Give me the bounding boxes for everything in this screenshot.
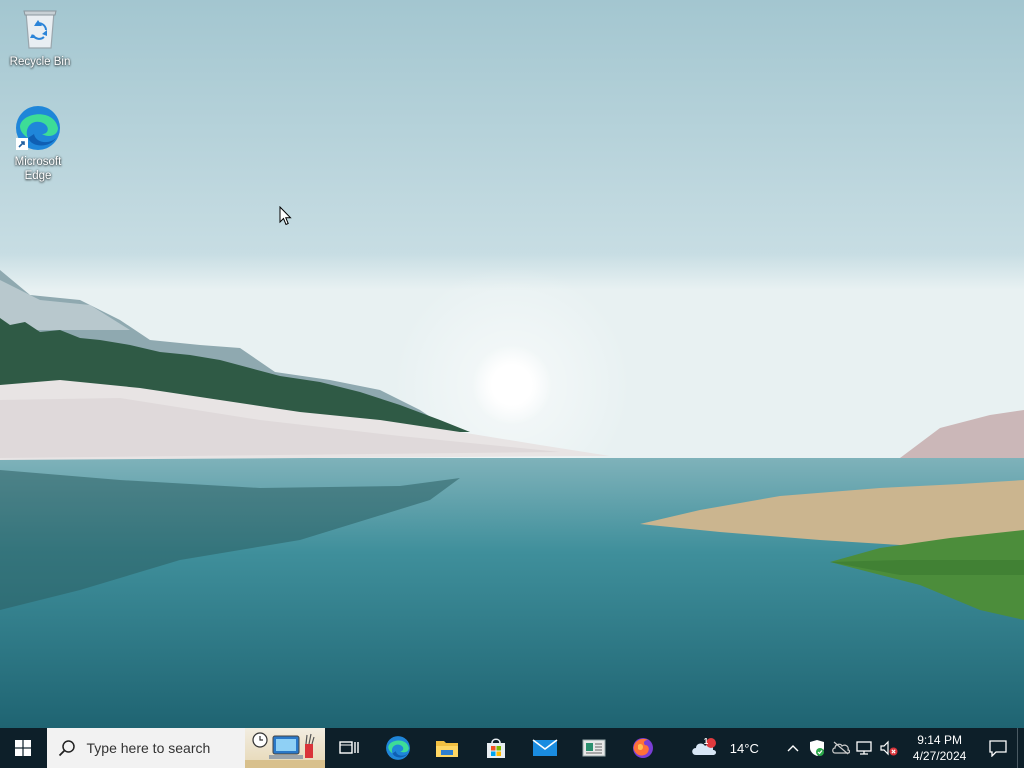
microsoft-store-button[interactable] — [472, 728, 521, 768]
clock-date: 4/27/2024 — [912, 749, 967, 763]
security-tray-button[interactable] — [805, 728, 829, 768]
news-icon — [582, 739, 606, 757]
task-view-icon — [339, 741, 359, 754]
desktop-icon-label: Recycle Bin — [9, 56, 71, 68]
chevron-up-icon — [787, 745, 799, 752]
task-view-button[interactable] — [325, 728, 374, 768]
desktop[interactable]: Recycle Bin Microsoft Edge — [0, 0, 1024, 728]
network-icon — [856, 741, 872, 755]
desktop-icon-label: Microsoft Edge — [14, 156, 62, 182]
news-button[interactable] — [570, 728, 619, 768]
notification-icon — [989, 740, 1007, 757]
firefox-button[interactable] — [619, 728, 668, 768]
weather-temperature: 14°C — [729, 740, 759, 756]
pinned-apps — [325, 728, 668, 768]
windows-logo-icon — [15, 740, 32, 756]
store-icon — [487, 738, 506, 758]
show-hidden-icons-button[interactable] — [781, 728, 805, 768]
file-explorer-button[interactable] — [423, 728, 472, 768]
folder-icon — [436, 741, 459, 757]
recycle-bin-icon — [16, 4, 64, 52]
clock-time: 9:14 PM — [917, 733, 962, 747]
search-box[interactable]: Type here to search — [46, 728, 325, 768]
edge-icon — [14, 104, 62, 152]
search-highlight-image[interactable] — [244, 728, 325, 768]
edge-icon — [386, 736, 411, 760]
mail-icon — [532, 739, 558, 756]
show-desktop-button[interactable] — [1017, 728, 1024, 768]
start-button[interactable] — [0, 728, 47, 768]
search-icon — [47, 739, 87, 757]
action-center-button[interactable] — [978, 728, 1017, 768]
volume-muted-icon — [880, 740, 898, 756]
firefox-icon — [633, 738, 654, 758]
weather-widget[interactable]: 1 14°C — [690, 728, 759, 768]
wallpaper — [0, 0, 1024, 728]
desktop-icon-microsoft-edge[interactable]: Microsoft Edge — [0, 104, 76, 183]
taskbar-edge-button[interactable] — [374, 728, 423, 768]
taskbar: Type here to search 1 14°C 9:14 PM 4/27/… — [0, 728, 1024, 768]
volume-tray-button[interactable] — [877, 728, 901, 768]
onedrive-tray-button[interactable] — [829, 728, 853, 768]
weather-badge: 1 — [703, 736, 709, 746]
no-network-icon — [831, 741, 850, 755]
system-tray — [781, 728, 901, 768]
desktop-icon-recycle-bin[interactable]: Recycle Bin — [2, 4, 78, 69]
shield-icon — [809, 740, 824, 756]
network-tray-button[interactable] — [853, 728, 877, 768]
clock[interactable]: 9:14 PM 4/27/2024 — [901, 728, 979, 768]
mail-button[interactable] — [521, 728, 570, 768]
mouse-cursor-icon — [279, 206, 292, 226]
